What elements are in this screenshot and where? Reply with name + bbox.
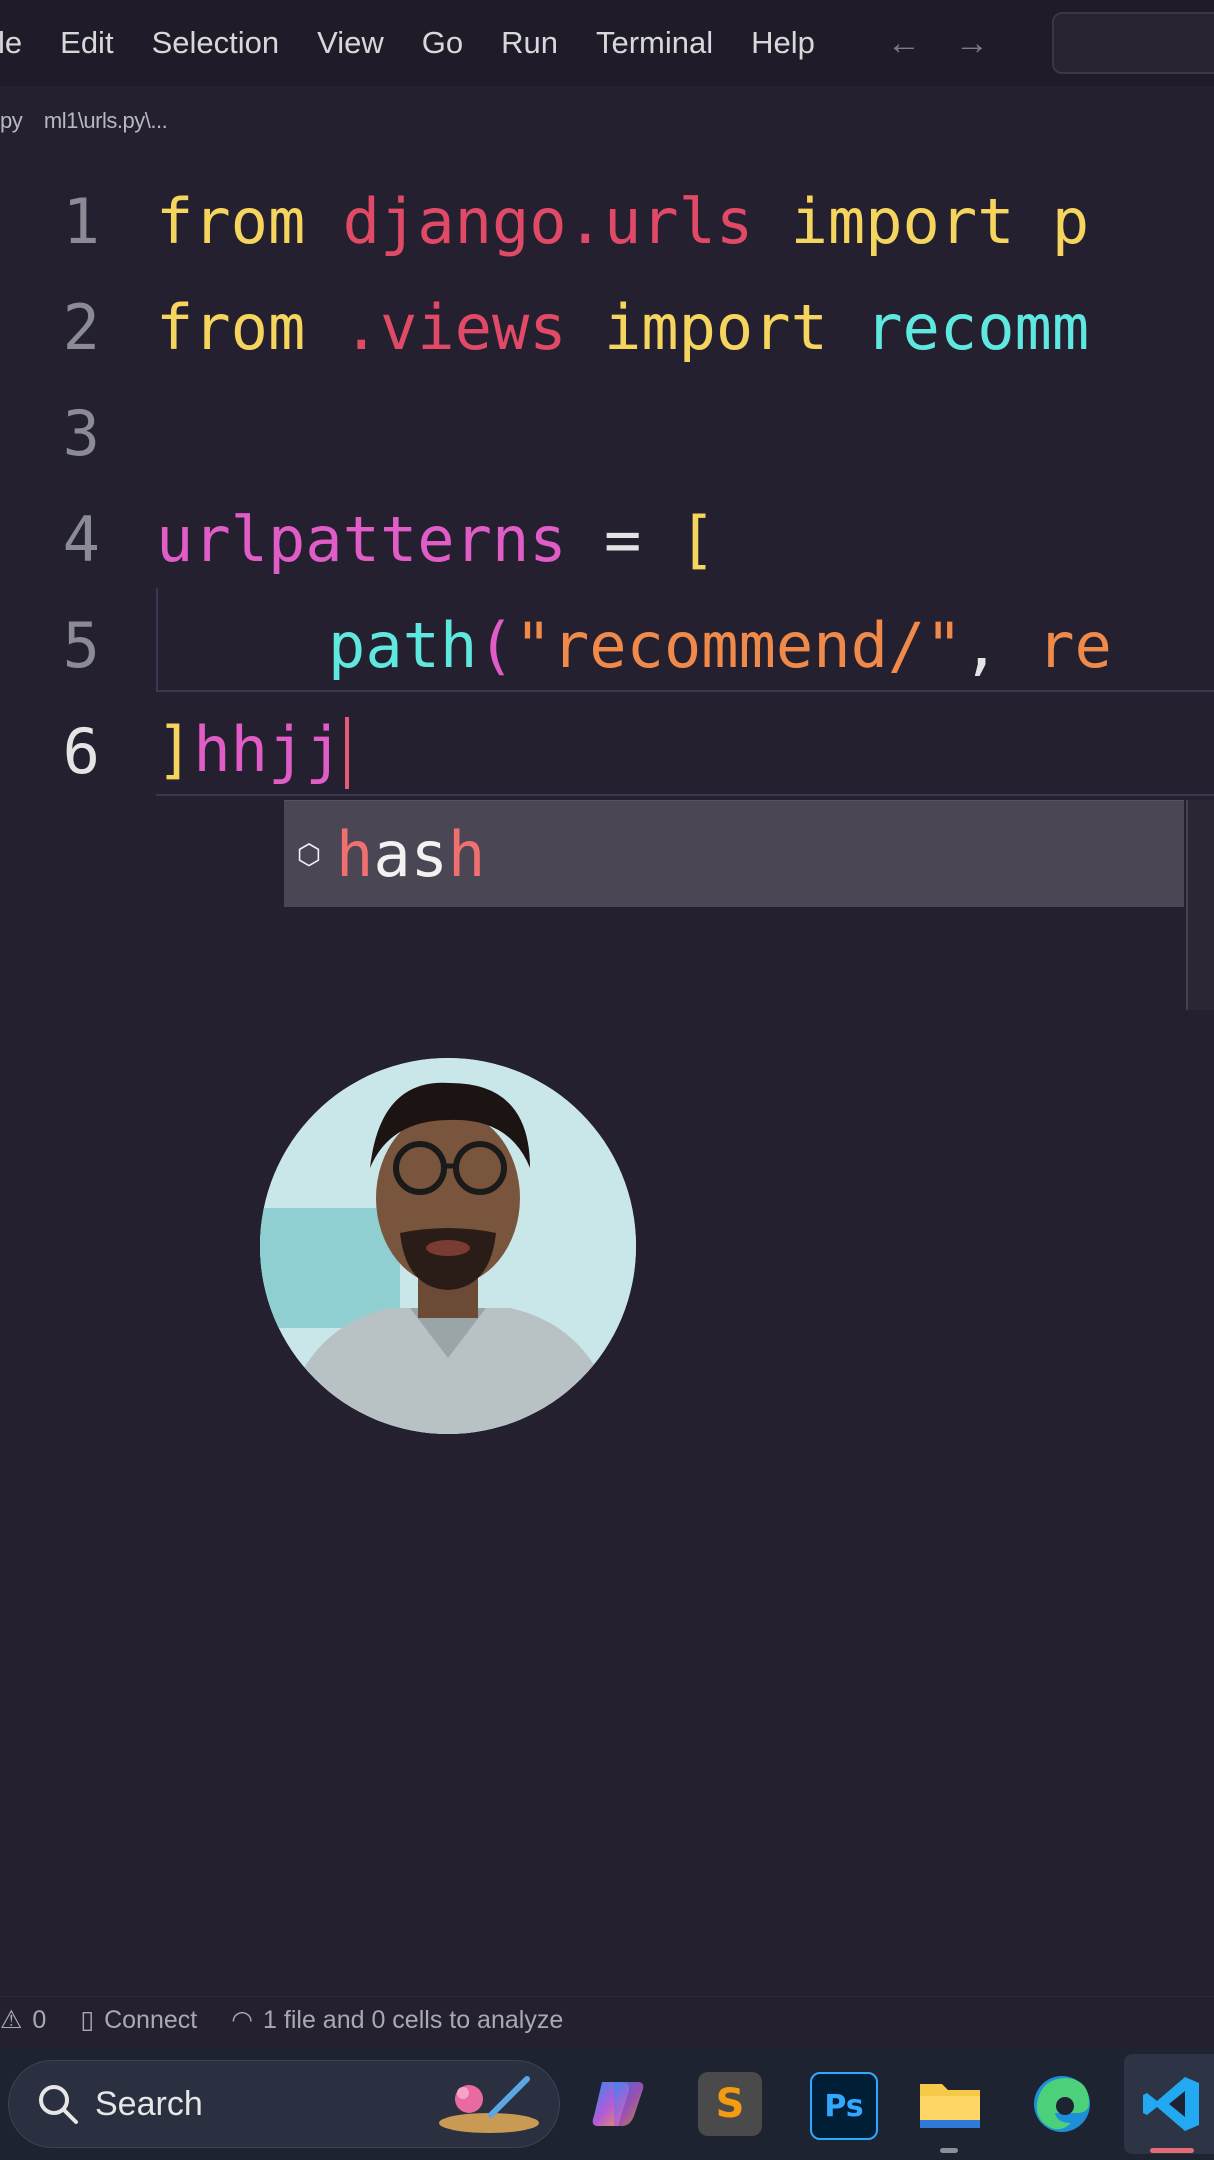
token-name: p	[1051, 184, 1090, 258]
token-name: re	[1037, 608, 1112, 682]
edge-browser-icon[interactable]	[1030, 2072, 1094, 2136]
taskbar-search[interactable]: Search	[8, 2060, 560, 2148]
menu-file[interactable]: le	[0, 25, 22, 61]
menu-bar: le Edit Selection View Go Run Terminal H…	[0, 0, 1214, 86]
token-module: django	[342, 184, 567, 258]
line-number: 6	[62, 714, 100, 788]
token-keyword: from	[156, 290, 306, 364]
token-function: path	[328, 608, 478, 682]
menu-view[interactable]: View	[317, 25, 384, 61]
line-number: 4	[62, 502, 100, 576]
menu-edit[interactable]: Edit	[60, 25, 113, 61]
search-icon	[39, 2085, 78, 2124]
search-highlight-icon	[439, 2076, 539, 2133]
line-number: 1	[62, 184, 100, 258]
suggestion-label: hash	[336, 818, 485, 891]
photoshop-icon[interactable]: Ps	[810, 2072, 878, 2140]
code-line-6[interactable]: 6 ]hhjj	[0, 698, 1214, 804]
sublime-glyph: S	[715, 2081, 745, 2127]
search-label: Search	[95, 2084, 203, 2123]
file-explorer-icon[interactable]	[918, 2072, 982, 2136]
edge-glyph	[1034, 2076, 1090, 2132]
sublime-text-icon[interactable]: S	[698, 2072, 762, 2136]
code-line-5[interactable]: 5 path("recommend/", re	[0, 592, 1214, 698]
token-paren: (	[477, 608, 515, 682]
variable-icon: ⬡	[296, 838, 322, 870]
vscode-glyph	[1143, 2077, 1199, 2131]
warning-icon: ⚠	[0, 2006, 23, 2034]
code-line-1[interactable]: 1 from django.urls import p	[0, 168, 1214, 274]
breadcrumb: py ml1\urls.py\...	[0, 108, 168, 134]
token-keyword: from	[156, 184, 306, 258]
text-cursor	[344, 717, 349, 790]
token-module: urls	[603, 184, 754, 258]
suggestion-match: h	[447, 817, 486, 891]
menu-run[interactable]: Run	[501, 25, 558, 61]
copilot-icon[interactable]	[586, 2072, 650, 2136]
menu-help[interactable]: Help	[751, 25, 815, 61]
line-number: 5	[62, 608, 100, 682]
token-typed-text: hhjj	[193, 712, 343, 786]
token-operator: =	[603, 502, 642, 576]
code-line-4[interactable]: 4 urlpatterns = [	[0, 486, 1214, 592]
warnings-count: 0	[32, 2005, 47, 2034]
menu-go[interactable]: Go	[422, 25, 463, 61]
connect-label: Connect	[104, 2005, 198, 2034]
token-string: "recommend/"	[514, 608, 963, 682]
analysis-status[interactable]: ◠ 1 file and 0 cells to analyze	[231, 2005, 563, 2035]
code-text: urlpatterns = [	[156, 503, 716, 576]
token-module: views	[379, 290, 567, 364]
suggestion-rest: as	[373, 817, 448, 891]
token-comma: ,	[962, 608, 1000, 682]
token-dot: .	[566, 184, 604, 258]
token-dot: .	[342, 290, 380, 364]
token-variable: urlpatterns	[156, 502, 567, 576]
analysis-label: 1 file and 0 cells to analyze	[263, 2005, 564, 2034]
presenter-image	[260, 1058, 636, 1434]
line-number: 3	[62, 396, 100, 470]
breadcrumb-file-suffix[interactable]: py	[0, 108, 23, 133]
suggestion-match: h	[336, 817, 374, 891]
spinner-icon: ◠	[231, 2006, 254, 2034]
status-bar: ⚠ 0 ▯ Connect ◠ 1 file and 0 cells to an…	[0, 1996, 1214, 2043]
code-text: ]hhjj	[156, 713, 349, 790]
token-keyword: import	[603, 290, 828, 364]
token-bracket: [	[678, 502, 716, 576]
code-line-2[interactable]: 2 from .views import recomm	[0, 274, 1214, 380]
token-name: recomm	[865, 290, 1090, 364]
folder-glyph	[920, 2084, 980, 2128]
breadcrumb-path[interactable]: ml1\urls.py\...	[44, 108, 168, 133]
command-center-search[interactable]	[1052, 12, 1214, 74]
webcam-video-overlay	[260, 1058, 636, 1434]
running-indicator	[940, 2148, 958, 2153]
line-number: 2	[62, 290, 100, 364]
photoshop-glyph: Ps	[824, 2088, 864, 2124]
code-text: from django.urls import p	[156, 185, 1089, 258]
code-line-3[interactable]: 3	[0, 380, 1214, 486]
token-keyword: import	[790, 184, 1015, 258]
menu-terminal[interactable]: Terminal	[596, 25, 713, 61]
connect-status[interactable]: ▯ Connect	[80, 2005, 197, 2035]
token-bracket: ]	[156, 712, 194, 786]
suggestion-item[interactable]: ⬡ hash	[290, 801, 486, 907]
windows-taskbar: Search S Ps	[0, 2048, 1214, 2160]
forward-arrow-icon[interactable]: →	[955, 24, 989, 63]
code-text: from .views import recomm	[156, 291, 1089, 364]
active-indicator	[1150, 2148, 1194, 2153]
back-arrow-icon[interactable]: ←	[887, 24, 921, 63]
copilot-glyph	[592, 2082, 644, 2126]
suggestion-details-panel	[1186, 800, 1214, 1010]
problems-indicator[interactable]: ⚠ 0	[0, 2005, 46, 2035]
autocomplete-suggestion-list[interactable]: ⬡ hash	[284, 800, 1184, 907]
vscode-icon[interactable]	[1140, 2072, 1204, 2136]
menu-selection[interactable]: Selection	[152, 25, 280, 61]
database-icon: ▯	[80, 2006, 95, 2034]
code-text: path("recommend/", re	[328, 609, 1112, 682]
